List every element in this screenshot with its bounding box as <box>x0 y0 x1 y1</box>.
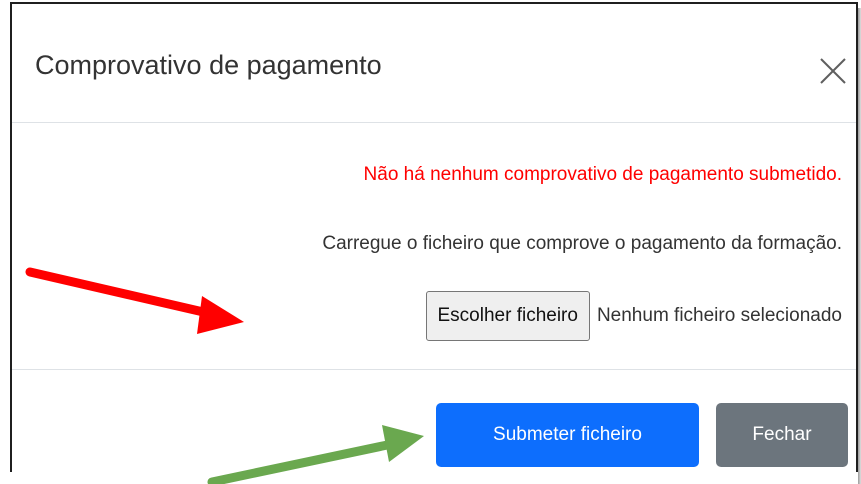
modal-title: Comprovativo de pagamento <box>35 50 382 80</box>
submit-file-button[interactable]: Submeter ficheiro <box>436 403 699 467</box>
no-receipt-error-message: Não há nenhum comprovativo de pagamento … <box>363 164 842 185</box>
close-modal-button[interactable]: Fechar <box>716 403 848 467</box>
modal-dialog: Comprovativo de pagamento Não há nenhum … <box>10 2 858 472</box>
modal-body: Não há nenhum comprovativo de pagamento … <box>12 124 856 370</box>
file-input[interactable]: Escolher ficheiro Nenhum ficheiro seleci… <box>425 291 842 341</box>
upload-instruction: Carregue o ficheiro que comprove o pagam… <box>322 233 842 254</box>
close-button[interactable] <box>818 56 848 86</box>
file-status-text: Nenhum ficheiro selecionado <box>596 305 842 326</box>
choose-file-button[interactable]: Escolher ficheiro <box>425 291 590 341</box>
modal-header: Comprovativo de pagamento <box>12 4 856 123</box>
close-icon[interactable] <box>818 56 848 86</box>
modal-footer: Submeter ficheiro Fechar <box>12 371 856 474</box>
